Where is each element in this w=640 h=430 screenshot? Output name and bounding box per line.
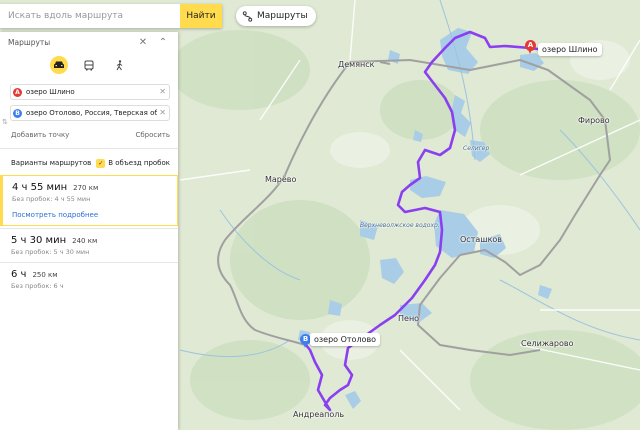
- route-details-link[interactable]: Посмотреть подробнее: [12, 211, 169, 219]
- routes-button-label: Маршруты: [257, 11, 308, 21]
- place-label-peno: Пено: [398, 314, 420, 323]
- clear-point-a-icon[interactable]: ✕: [159, 87, 166, 96]
- route-variants-label: Варианты маршрутов: [11, 159, 92, 167]
- point-a-input[interactable]: озеро Шлино: [26, 88, 75, 96]
- route-distance: 270 км: [73, 184, 99, 192]
- swap-points-icon[interactable]: ⇅: [2, 118, 8, 126]
- route-start-marker-label: озеро Шлино: [538, 43, 602, 56]
- lake-label-verkhnevolzhskoe: Верхневолжское водохр.: [360, 222, 440, 229]
- routes-button[interactable]: Маршруты: [236, 6, 316, 26]
- routes-panel: Маршруты ✕ ⌃ A озеро Шлино ✕ ⇅ B озеро О…: [0, 32, 178, 430]
- route-distance: 250 км: [32, 271, 58, 279]
- place-label-selizharovo: Селижарово: [521, 339, 574, 348]
- route-time: 5 ч 30 мин: [11, 235, 67, 246]
- route-no-traffic-time: Без пробок: 5 ч 30 мин: [11, 248, 90, 256]
- mode-transit-button[interactable]: [80, 56, 98, 74]
- bus-icon: [84, 60, 94, 70]
- route-time: 6 ч: [11, 269, 27, 280]
- route-point-b[interactable]: B озеро Отолово, Россия, Тверская обла ✕: [10, 105, 170, 121]
- route-distance: 240 км: [72, 237, 98, 245]
- route-no-traffic-time: Без пробок: 4 ч 55 мин: [12, 195, 91, 203]
- route-time: 4 ч 55 мин: [12, 182, 68, 193]
- point-b-input[interactable]: озеро Отолово, Россия, Тверская обла: [26, 109, 157, 117]
- avoid-traffic-label: В объезд пробок: [108, 159, 170, 167]
- divider: [0, 148, 178, 149]
- place-label-firovo: Фирово: [578, 116, 610, 125]
- place-label-andreapol: Андреаполь: [293, 410, 345, 419]
- panel-title: Маршруты: [8, 37, 51, 47]
- place-label-ostashkov: Осташков: [460, 235, 503, 244]
- checkmark-icon: ✓: [96, 158, 106, 168]
- walk-icon: [116, 59, 122, 70]
- route-option-3[interactable]: 6 ч 250 км Без пробок: 6 ч: [0, 263, 178, 296]
- avoid-traffic-checkbox[interactable]: ✓ В объезд пробок: [96, 158, 170, 168]
- panel-header: Маршруты ✕ ⌃: [0, 32, 178, 52]
- close-icon[interactable]: ✕: [136, 35, 150, 49]
- point-a-badge: A: [13, 87, 22, 97]
- transport-modes: [0, 52, 178, 78]
- mode-walk-button[interactable]: [110, 56, 128, 74]
- search-button[interactable]: Найти: [180, 4, 222, 28]
- route-end-marker-label: озеро Отолово: [310, 333, 381, 346]
- place-label-demyansk: Демянск: [338, 60, 375, 69]
- route-no-traffic-time: Без пробок: 6 ч: [11, 282, 64, 290]
- place-label-maryovo: Марёво: [265, 175, 297, 184]
- reset-link[interactable]: Сбросить: [135, 131, 170, 139]
- lake-label-seliger: Селигер: [463, 145, 490, 152]
- route-icon: [242, 10, 253, 22]
- chevron-up-icon[interactable]: ⌃: [156, 35, 170, 49]
- mode-car-button[interactable]: [50, 56, 68, 74]
- car-icon: [54, 61, 64, 68]
- route-search-bar: Найти: [0, 4, 222, 28]
- clear-point-b-icon[interactable]: ✕: [159, 108, 166, 117]
- point-b-badge: B: [13, 108, 22, 118]
- route-option-1[interactable]: 4 ч 55 мин 270 км Без пробок: 4 ч 55 мин…: [0, 175, 178, 226]
- route-point-a[interactable]: A озеро Шлино ✕: [10, 84, 170, 100]
- add-point-link[interactable]: Добавить точку: [11, 131, 69, 139]
- route-option-2[interactable]: 5 ч 30 мин 240 км Без пробок: 5 ч 30 мин: [0, 229, 178, 262]
- route-options: Варианты маршрутов ✓ В объезд пробок: [0, 153, 178, 173]
- search-along-route-input[interactable]: [0, 4, 180, 28]
- point-actions: Добавить точку Сбросить: [0, 126, 178, 144]
- route-start-marker[interactable]: A: [525, 40, 536, 54]
